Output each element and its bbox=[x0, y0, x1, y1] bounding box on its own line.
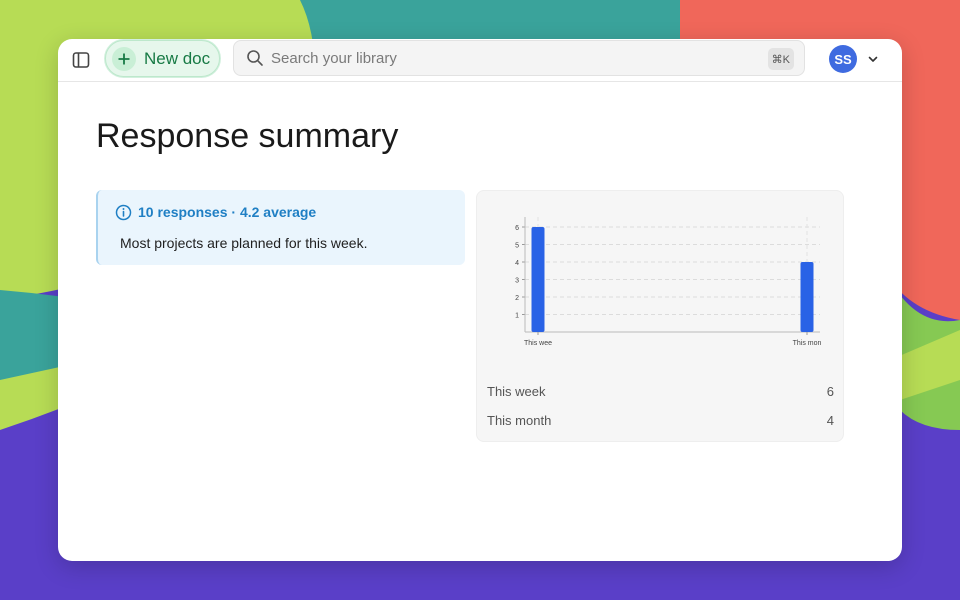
summary-value: 4 bbox=[826, 412, 834, 428]
y-tick-label: 2 bbox=[515, 295, 519, 302]
user-avatar[interactable]: SS bbox=[829, 45, 857, 73]
search-icon bbox=[245, 48, 265, 68]
search-bar[interactable]: ⌘K bbox=[233, 40, 805, 76]
chart-card: 1 2 3 4 5 6 This wee This mon This week 6 This … bbox=[476, 190, 844, 442]
info-icon bbox=[114, 203, 132, 221]
bar bbox=[800, 262, 814, 332]
x-tick-label: This wee bbox=[524, 340, 552, 347]
summary-row-this-month: This month 4 bbox=[487, 409, 834, 431]
search-input[interactable] bbox=[271, 49, 751, 67]
callout-body: Most projects are planned for this week. bbox=[120, 235, 368, 251]
chevron-down-icon[interactable] bbox=[866, 52, 880, 66]
summary-callout: 10 responses · 4.2 average Most projects… bbox=[96, 190, 465, 265]
new-doc-label: New doc bbox=[144, 48, 211, 68]
sidebar-panel-icon[interactable] bbox=[70, 49, 92, 71]
top-toolbar: New doc ⌘K SS bbox=[58, 39, 902, 82]
bar bbox=[531, 227, 545, 332]
y-tick-label: 1 bbox=[515, 313, 519, 320]
y-tick-label: 6 bbox=[515, 225, 519, 232]
summary-label: This week bbox=[487, 383, 546, 399]
plus-icon bbox=[112, 46, 136, 71]
summary-row-this-week: This week 6 bbox=[487, 380, 834, 402]
y-tick-label: 5 bbox=[515, 243, 519, 250]
y-tick-label: 3 bbox=[515, 278, 519, 285]
new-doc-button[interactable]: New doc bbox=[105, 40, 220, 77]
callout-heading: 10 responses · 4.2 average bbox=[114, 203, 316, 221]
x-tick-label: This mon bbox=[793, 340, 822, 347]
summary-label: This month bbox=[487, 412, 552, 428]
summary-value: 6 bbox=[826, 383, 834, 399]
search-shortcut-badge: ⌘K bbox=[767, 48, 794, 70]
callout-heading-text: 10 responses · 4.2 average bbox=[138, 204, 317, 220]
y-tick-label: 4 bbox=[515, 260, 519, 267]
bar-chart: 1 2 3 4 5 6 This wee This mon bbox=[515, 217, 822, 347]
app-window: New doc ⌘K SS Response summary bbox=[58, 39, 902, 561]
page-title: Response summary bbox=[96, 117, 399, 155]
